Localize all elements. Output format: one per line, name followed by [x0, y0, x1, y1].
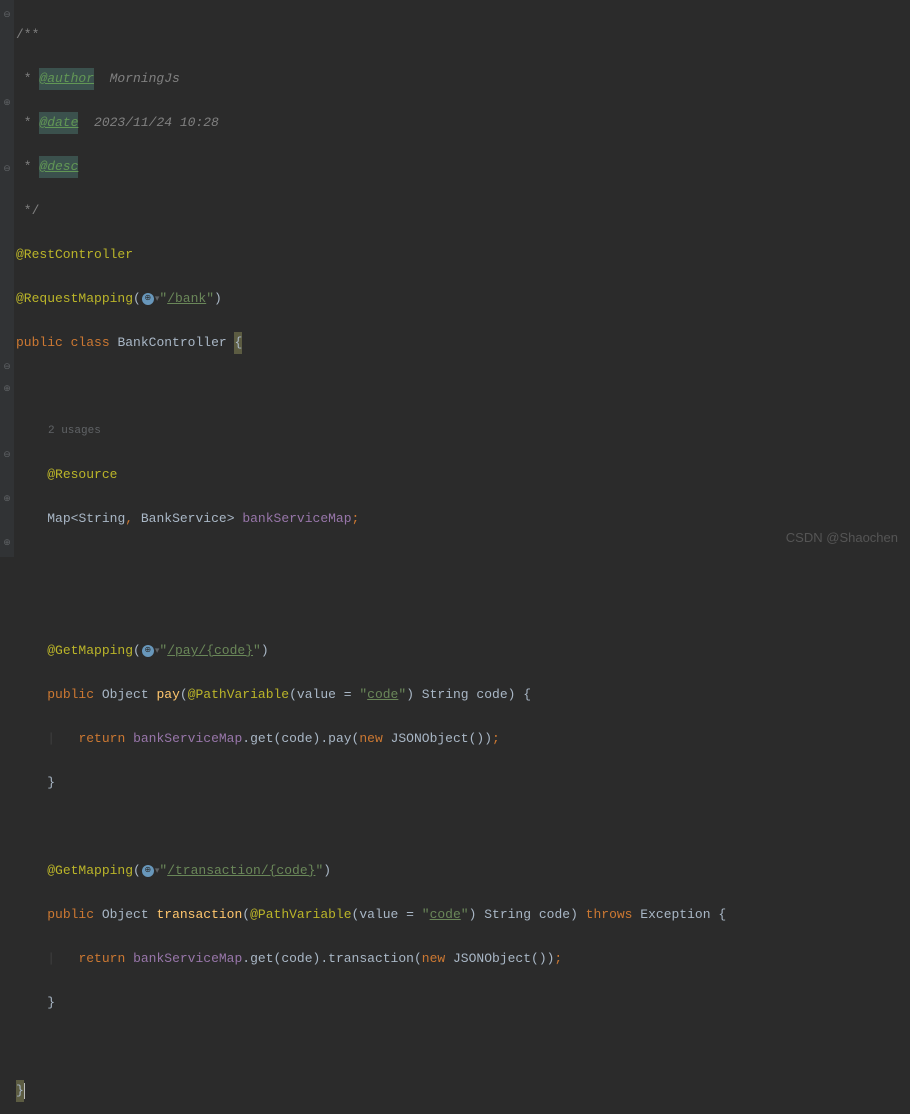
code-line[interactable]: }: [16, 992, 910, 1014]
comment-close: */: [16, 200, 39, 222]
code-line[interactable]: */: [16, 200, 910, 222]
brace-open: {: [234, 332, 242, 354]
comment-text: /**: [16, 24, 39, 46]
fold-icon[interactable]: ⊕: [2, 488, 12, 498]
code-line[interactable]: [16, 376, 910, 398]
code-line[interactable]: [16, 816, 910, 838]
code-line[interactable]: @GetMapping(⊕▾"/transaction/{code}"): [16, 860, 910, 882]
path-bank: /bank: [167, 288, 206, 310]
author-value: MorningJs: [110, 68, 180, 90]
code-line[interactable]: @Resource: [16, 464, 910, 486]
date-value: 2023/11/24 10:28: [94, 112, 219, 134]
code-line[interactable]: Map<String, BankService> bankServiceMap;: [16, 508, 910, 530]
path-transaction: /transaction/{code}: [167, 860, 315, 882]
code-line[interactable]: public class BankController {: [16, 332, 910, 354]
fold-icon[interactable]: ⊖: [2, 4, 12, 14]
fold-icon[interactable]: ⊕: [2, 92, 12, 102]
code-line[interactable]: | return bankServiceMap.get(code).transa…: [16, 948, 910, 970]
code-line[interactable]: /**: [16, 24, 910, 46]
cursor: [24, 1083, 25, 1099]
code-line[interactable]: [16, 1036, 910, 1058]
code-line[interactable]: * @date 2023/11/24 10:28: [16, 112, 910, 134]
code-line[interactable]: public Object transaction(@PathVariable(…: [16, 904, 910, 926]
fold-icon[interactable]: ⊕: [2, 532, 12, 542]
method-transaction: transaction: [156, 904, 242, 926]
annotation-getmap: @GetMapping: [47, 860, 133, 882]
code-line[interactable]: @RequestMapping(⊕▾"/bank"): [16, 288, 910, 310]
code-line[interactable]: * @desc: [16, 156, 910, 178]
doctag-desc: @desc: [39, 156, 78, 178]
code-line[interactable]: [16, 552, 910, 574]
code-line[interactable]: public Object pay(@PathVariable(value = …: [16, 684, 910, 706]
fold-icon[interactable]: ⊕: [2, 378, 12, 388]
usage-hint[interactable]: 2 usages: [16, 420, 910, 442]
code-line[interactable]: }: [16, 1080, 910, 1102]
gutter: ⊖ ⊕ ⊖ ⊖ ⊕ ⊖ ⊕ ⊕: [0, 0, 14, 557]
code-line[interactable]: @GetMapping(⊕▾"/pay/{code}"): [16, 640, 910, 662]
code-line[interactable]: * @author MorningJs: [16, 68, 910, 90]
annotation-getmap: @GetMapping: [47, 640, 133, 662]
fold-icon[interactable]: ⊖: [2, 356, 12, 366]
class-name: BankController: [117, 332, 226, 354]
web-icon[interactable]: ⊕: [142, 293, 154, 305]
annotation-resource: @Resource: [47, 464, 117, 486]
doctag-date: @date: [39, 112, 78, 134]
doctag-author: @author: [39, 68, 94, 90]
field-name: bankServiceMap: [242, 508, 351, 530]
annotation-reqmap: @RequestMapping: [16, 288, 133, 310]
method-pay: pay: [156, 684, 179, 706]
code-line[interactable]: | return bankServiceMap.get(code).pay(ne…: [16, 728, 910, 750]
watermark: CSDN @Shaochen: [786, 527, 898, 549]
web-icon[interactable]: ⊕: [142, 645, 154, 657]
annotation-rest: @RestController: [16, 244, 133, 266]
fold-icon[interactable]: ⊖: [2, 444, 12, 454]
code-line[interactable]: }: [16, 772, 910, 794]
fold-icon[interactable]: ⊖: [2, 158, 12, 168]
path-pay: /pay/{code}: [167, 640, 253, 662]
brace-close: }: [16, 1080, 24, 1102]
code-editor[interactable]: /** * @author MorningJs * @date 2023/11/…: [0, 0, 910, 1114]
code-line[interactable]: [16, 596, 910, 618]
web-icon[interactable]: ⊕: [142, 865, 154, 877]
code-line[interactable]: @RestController: [16, 244, 910, 266]
